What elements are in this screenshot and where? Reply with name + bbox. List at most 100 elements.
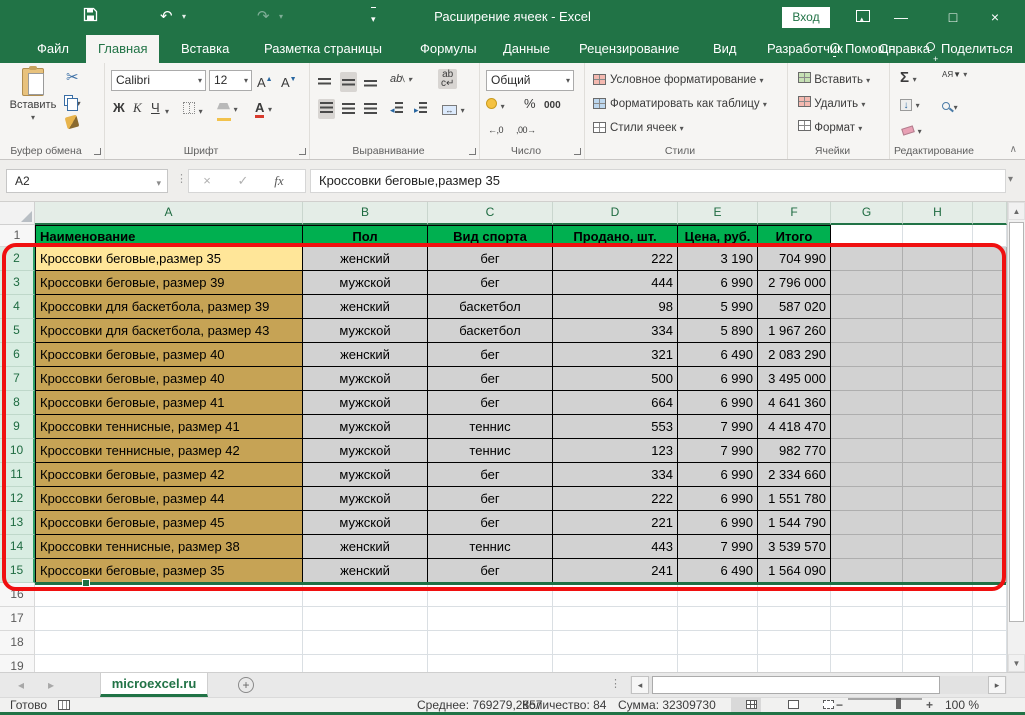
cell-styles-button[interactable]: Стили ячеек ▾ xyxy=(593,117,684,139)
empty-cell[interactable] xyxy=(831,583,903,607)
cell[interactable]: 443 xyxy=(553,535,678,559)
clipboard-dialog-launcher-icon[interactable] xyxy=(94,148,101,155)
align-top-icon[interactable] xyxy=(318,72,331,90)
cell[interactable]: 6 990 xyxy=(678,463,758,487)
cell[interactable]: 6 490 xyxy=(678,559,758,583)
row-header-2[interactable]: 2 xyxy=(0,247,35,271)
selected-empty-cell[interactable] xyxy=(973,463,1007,487)
empty-cell[interactable] xyxy=(903,631,973,655)
empty-cell[interactable] xyxy=(758,583,831,607)
cell[interactable]: мужской xyxy=(303,367,428,391)
cell[interactable]: теннис xyxy=(428,415,553,439)
empty-cell[interactable] xyxy=(973,583,1007,607)
cell[interactable]: Кроссовки для баскетбола, размер 39 xyxy=(35,295,303,319)
selected-empty-cell[interactable] xyxy=(903,367,973,391)
row-header-10[interactable]: 10 xyxy=(0,439,35,463)
empty-cell[interactable] xyxy=(678,607,758,631)
empty-cell[interactable] xyxy=(553,583,678,607)
cell[interactable]: 6 990 xyxy=(678,391,758,415)
row-header-5[interactable]: 5 xyxy=(0,319,35,343)
cell[interactable]: 3 190 xyxy=(678,247,758,271)
row-header-1[interactable]: 1 xyxy=(0,225,35,247)
cell[interactable]: 321 xyxy=(553,343,678,367)
cell[interactable]: мужской xyxy=(303,415,428,439)
cell[interactable]: 2 334 660 xyxy=(758,463,831,487)
cell[interactable]: мужской xyxy=(303,487,428,511)
align-right-icon[interactable] xyxy=(364,101,377,119)
row-header-4[interactable]: 4 xyxy=(0,295,35,319)
selected-empty-cell[interactable] xyxy=(903,295,973,319)
empty-cell[interactable] xyxy=(35,631,303,655)
view-page-layout-button[interactable] xyxy=(773,698,803,713)
italic-button[interactable]: К xyxy=(133,99,142,117)
tab-file[interactable]: Файл xyxy=(25,35,81,63)
tab-view[interactable]: Вид xyxy=(701,35,749,63)
prev-sheet-icon[interactable]: ◂ xyxy=(18,678,24,692)
cell[interactable]: теннис xyxy=(428,535,553,559)
cell[interactable]: 982 770 xyxy=(758,439,831,463)
cell[interactable]: мужской xyxy=(303,439,428,463)
cell[interactable]: Кроссовки беговые, размер 41 xyxy=(35,391,303,415)
cell[interactable]: Кроссовки теннисные, размер 41 xyxy=(35,415,303,439)
font-name-combo[interactable]: Calibri▾ xyxy=(111,70,206,91)
cell[interactable]: 6 490 xyxy=(678,343,758,367)
selected-empty-cell[interactable] xyxy=(903,559,973,583)
cell[interactable]: 3 539 570 xyxy=(758,535,831,559)
row-header-3[interactable]: 3 xyxy=(0,271,35,295)
cell[interactable]: 704 990 xyxy=(758,247,831,271)
selected-empty-cell[interactable] xyxy=(831,559,903,583)
cell[interactable]: 664 xyxy=(553,391,678,415)
cell[interactable]: мужской xyxy=(303,511,428,535)
selected-empty-cell[interactable] xyxy=(973,295,1007,319)
cell[interactable]: 6 990 xyxy=(678,511,758,535)
maximize-button[interactable]: □ xyxy=(938,6,968,28)
selected-empty-cell[interactable] xyxy=(831,295,903,319)
empty-cell[interactable] xyxy=(903,655,973,672)
cell[interactable]: 587 020 xyxy=(758,295,831,319)
row-header-19[interactable]: 19 xyxy=(0,655,35,672)
column-header-partial[interactable] xyxy=(973,202,1007,225)
selected-empty-cell[interactable] xyxy=(973,343,1007,367)
selected-empty-cell[interactable] xyxy=(831,415,903,439)
cell[interactable]: 1 551 780 xyxy=(758,487,831,511)
align-middle-icon[interactable] xyxy=(340,72,357,92)
cell[interactable]: женский xyxy=(303,535,428,559)
selected-empty-cell[interactable] xyxy=(831,343,903,367)
cell[interactable]: 222 xyxy=(553,247,678,271)
empty-cell[interactable] xyxy=(428,631,553,655)
column-header-H[interactable]: H xyxy=(903,202,973,225)
empty-cell[interactable] xyxy=(973,225,1007,247)
cell[interactable]: Кроссовки беговые, размер 39 xyxy=(35,271,303,295)
selected-empty-cell[interactable] xyxy=(831,367,903,391)
cell[interactable]: 444 xyxy=(553,271,678,295)
fill-color-icon[interactable]: ▾ xyxy=(217,99,238,121)
splitter-dots-icon[interactable]: ⋮ xyxy=(610,677,621,690)
cell[interactable]: мужской xyxy=(303,463,428,487)
minimize-button[interactable]: — xyxy=(886,6,916,28)
cell[interactable]: Кроссовки беговые, размер 45 xyxy=(35,511,303,535)
cell[interactable]: женский xyxy=(303,343,428,367)
empty-cell[interactable] xyxy=(35,583,303,607)
format-as-table-button[interactable]: Форматировать как таблицу ▾ xyxy=(593,93,767,115)
selected-empty-cell[interactable] xyxy=(973,535,1007,559)
selected-empty-cell[interactable] xyxy=(903,391,973,415)
empty-cell[interactable] xyxy=(678,631,758,655)
cell[interactable]: 6 990 xyxy=(678,487,758,511)
cell[interactable]: 5 890 xyxy=(678,319,758,343)
selected-empty-cell[interactable] xyxy=(903,463,973,487)
tab-help[interactable]: Справка xyxy=(867,35,942,63)
cell[interactable]: теннис xyxy=(428,439,553,463)
cell[interactable]: 500 xyxy=(553,367,678,391)
formula-input[interactable]: Кроссовки беговые,размер 35 xyxy=(310,169,1006,193)
insert-cells-button[interactable]: Вставить ▾ xyxy=(798,69,870,91)
empty-cell[interactable] xyxy=(973,655,1007,672)
cell[interactable]: 334 xyxy=(553,319,678,343)
selected-empty-cell[interactable] xyxy=(903,271,973,295)
cell[interactable]: баскетбол xyxy=(428,319,553,343)
empty-cell[interactable] xyxy=(903,583,973,607)
selected-empty-cell[interactable] xyxy=(903,343,973,367)
empty-cell[interactable] xyxy=(303,631,428,655)
font-dialog-launcher-icon[interactable] xyxy=(299,148,306,155)
increase-indent-icon[interactable]: ▸ xyxy=(414,101,427,119)
next-sheet-icon[interactable]: ▸ xyxy=(48,678,54,692)
